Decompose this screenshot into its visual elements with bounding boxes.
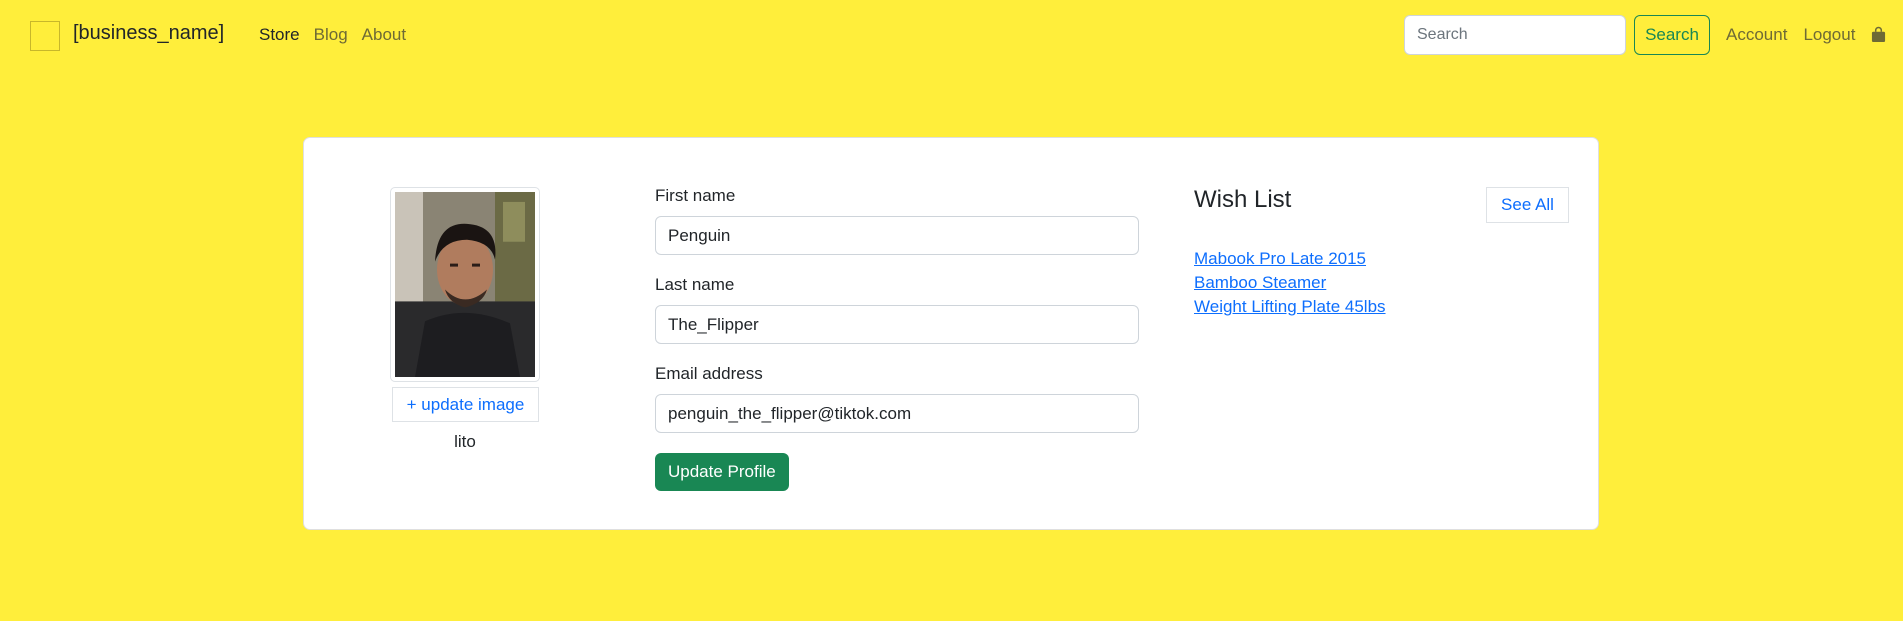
nav-link-blog[interactable]: Blog: [314, 25, 348, 45]
search-button[interactable]: Search: [1634, 15, 1710, 55]
brand-name[interactable]: [business_name]: [73, 22, 224, 45]
wishlist-link[interactable]: Bamboo Steamer: [1194, 273, 1326, 292]
list-item: Bamboo Steamer: [1194, 271, 1386, 295]
shopping-bag-icon[interactable]: [1871, 26, 1886, 43]
list-item: Weight Lifting Plate 45lbs: [1194, 295, 1386, 319]
first-name-label: First name: [655, 186, 736, 205]
username: lito: [454, 432, 476, 451]
nav-links: Store Blog About: [259, 25, 420, 45]
nav-link-account[interactable]: Account: [1726, 25, 1787, 45]
wishlist-items: Mabook Pro Late 2015 Bamboo Steamer Weig…: [1194, 247, 1386, 319]
email-label: Email address: [655, 364, 763, 383]
last-name-field[interactable]: [655, 305, 1139, 344]
nav-link-logout[interactable]: Logout: [1803, 25, 1855, 45]
profile-photo-frame: [390, 187, 540, 382]
brand-logo[interactable]: [30, 21, 60, 51]
wishlist-title: Wish List: [1194, 186, 1292, 213]
wishlist-link[interactable]: Weight Lifting Plate 45lbs: [1194, 297, 1386, 316]
see-all-button[interactable]: See All: [1486, 187, 1569, 223]
top-navbar: [business_name] Store Blog About Search …: [0, 0, 1903, 70]
update-image-button[interactable]: + update image: [392, 387, 539, 422]
profile-photo: [395, 192, 535, 377]
profile-card: + update image lito First name Last name…: [303, 137, 1599, 530]
nav-link-store[interactable]: Store: [259, 25, 300, 45]
first-name-field[interactable]: [655, 216, 1139, 255]
nav-right: Account Logout: [1726, 25, 1886, 45]
search-input[interactable]: [1404, 15, 1626, 55]
update-profile-button[interactable]: Update Profile: [655, 453, 789, 491]
list-item: Mabook Pro Late 2015: [1194, 247, 1386, 271]
wishlist-link[interactable]: Mabook Pro Late 2015: [1194, 249, 1366, 268]
profile-form: First name Last name Email address Updat…: [655, 186, 1139, 491]
email-field[interactable]: [655, 394, 1139, 433]
nav-link-about[interactable]: About: [362, 25, 406, 45]
last-name-label: Last name: [655, 275, 735, 294]
